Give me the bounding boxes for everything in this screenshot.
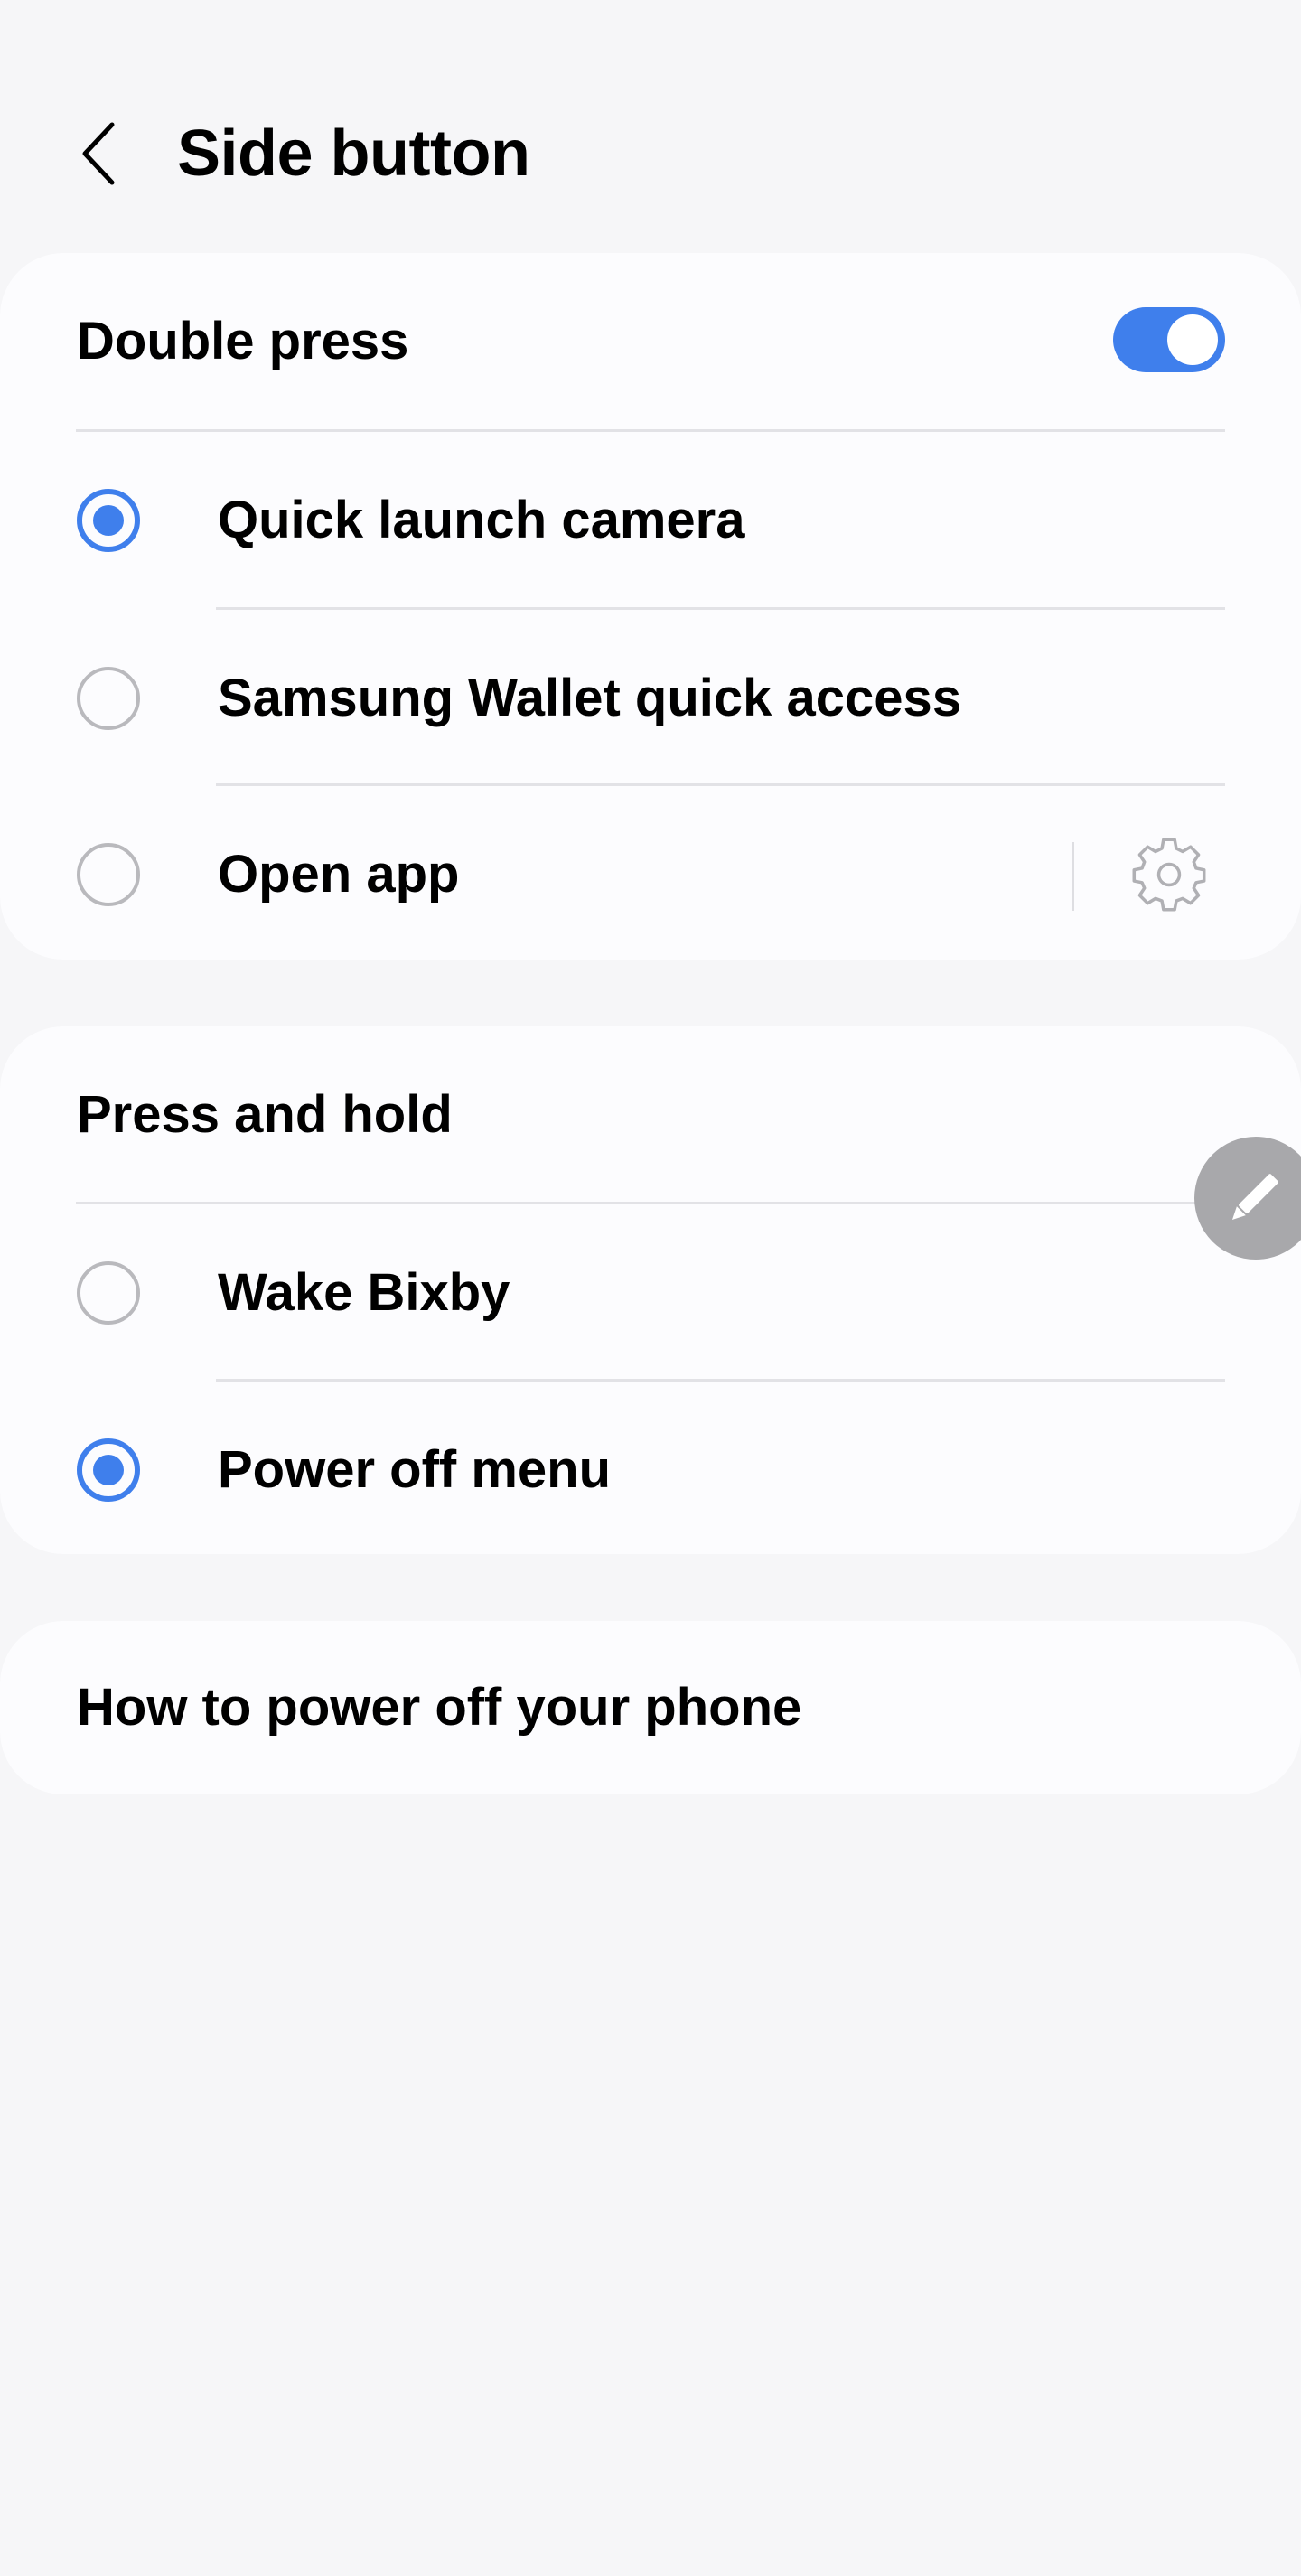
vertical-separator xyxy=(1072,842,1074,911)
app-bar: Side button xyxy=(0,108,1301,199)
double-press-label: Double press xyxy=(77,312,409,370)
radio-dot xyxy=(93,1455,124,1485)
option-label: Samsung Wallet quick access xyxy=(218,669,962,727)
option-label: Wake Bixby xyxy=(218,1263,510,1322)
option-power-off-menu[interactable]: Power off menu xyxy=(0,1382,1301,1558)
radio-wake-bixby[interactable] xyxy=(77,1261,140,1325)
double-press-card: Double press Quick launch camera Samsung… xyxy=(0,253,1301,960)
back-button[interactable] xyxy=(65,117,130,190)
double-press-row[interactable]: Double press xyxy=(0,253,1301,429)
option-samsung-wallet[interactable]: Samsung Wallet quick access xyxy=(0,610,1301,786)
gear-icon xyxy=(1132,838,1206,912)
radio-quick-launch-camera[interactable] xyxy=(77,489,140,552)
radio-power-off-menu[interactable] xyxy=(77,1438,140,1502)
option-label: Quick launch camera xyxy=(218,491,745,549)
press-and-hold-label: Press and hold xyxy=(77,1085,453,1144)
how-to-power-off-link[interactable]: How to power off your phone xyxy=(0,1621,1301,1794)
radio-open-app[interactable] xyxy=(77,843,140,906)
toggle-knob xyxy=(1167,314,1218,365)
press-and-hold-card: Press and hold Wake Bixby Power off menu xyxy=(0,1026,1301,1554)
chevron-left-icon xyxy=(82,122,115,185)
double-press-toggle[interactable] xyxy=(1113,307,1225,372)
help-link-label: How to power off your phone xyxy=(77,1678,802,1737)
help-card[interactable]: How to power off your phone xyxy=(0,1621,1301,1794)
pencil-icon xyxy=(1231,1174,1278,1221)
page-title: Side button xyxy=(177,117,530,190)
radio-dot xyxy=(93,505,124,536)
option-quick-launch-camera[interactable]: Quick launch camera xyxy=(0,432,1301,608)
option-label: Power off menu xyxy=(218,1440,612,1499)
option-open-app[interactable]: Open app xyxy=(0,786,1301,962)
open-app-settings-button[interactable] xyxy=(1126,831,1212,918)
option-label: Open app xyxy=(218,845,460,904)
radio-samsung-wallet[interactable] xyxy=(77,667,140,730)
press-and-hold-header: Press and hold xyxy=(0,1026,1301,1203)
option-wake-bixby[interactable]: Wake Bixby xyxy=(0,1204,1301,1381)
